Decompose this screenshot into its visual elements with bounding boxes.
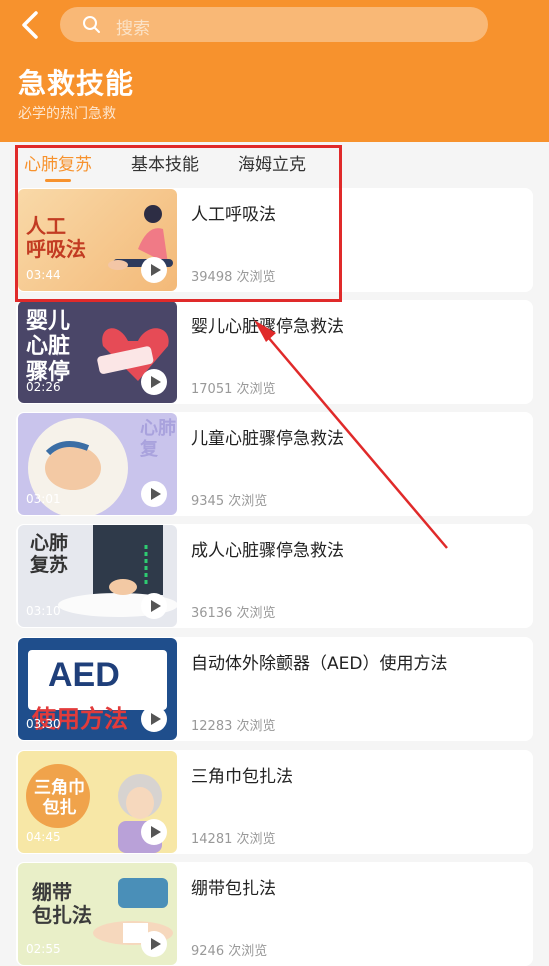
video-card[interactable]: AED 使用方法 03:30 自动体外除颤器（AED）使用方法 12283 次浏… <box>16 637 533 741</box>
video-duration: 03:30 <box>26 717 61 731</box>
video-thumbnail[interactable]: 心肺 复 03:01 <box>18 413 177 515</box>
play-icon[interactable] <box>141 481 167 507</box>
video-card[interactable]: 三角巾 包扎 04:45 三角巾包扎法 14281 次浏览 <box>16 750 533 854</box>
thumbnail-text: 婴儿 心脏 骤停 <box>26 309 71 385</box>
video-duration: 03:44 <box>26 268 61 282</box>
tab-basic-skills[interactable]: 基本技能 <box>131 150 199 175</box>
video-views: 14281 次浏览 <box>191 832 276 847</box>
video-views: 39498 次浏览 <box>191 270 276 285</box>
video-title: 婴儿心脏骤停急救法 <box>191 317 344 337</box>
video-thumbnail[interactable]: 三角巾 包扎 04:45 <box>18 751 177 853</box>
video-duration: 02:26 <box>26 380 61 394</box>
video-thumbnail[interactable]: 心肺 复苏 03:10 <box>18 525 177 627</box>
video-thumbnail[interactable]: 人工 呼吸法 03:44 <box>18 189 177 291</box>
video-duration: 03:01 <box>26 492 61 506</box>
search-icon <box>83 16 100 33</box>
search-placeholder: 搜索 <box>116 19 150 39</box>
video-views: 9246 次浏览 <box>191 944 268 959</box>
video-duration: 03:10 <box>26 604 61 618</box>
video-card[interactable]: 心肺 复 03:01 儿童心脏骤停急救法 9345 次浏览 <box>16 412 533 516</box>
play-icon[interactable] <box>141 706 167 732</box>
search-input[interactable]: 搜索 <box>60 7 488 42</box>
video-title: 人工呼吸法 <box>191 205 276 225</box>
video-thumbnail[interactable]: 婴儿 心脏 骤停 02:26 <box>18 301 177 403</box>
thumbnail-text: 三角巾 包扎 <box>34 778 85 818</box>
video-title: 绷带包扎法 <box>191 879 276 899</box>
thumbnail-text: 心肺 复苏 <box>30 532 69 576</box>
tab-heimlich[interactable]: 海姆立克 <box>238 150 306 175</box>
video-thumbnail[interactable]: 绷带 包扎法 02:55 <box>18 863 177 965</box>
video-card[interactable]: 人工 呼吸法 03:44 人工呼吸法 39498 次浏览 <box>16 188 533 292</box>
thumbnail-text: 心肺 复 <box>140 418 176 460</box>
thumbnail-text: 人工 呼吸法 <box>26 214 86 261</box>
play-icon[interactable] <box>141 819 167 845</box>
video-card[interactable]: 婴儿 心脏 骤停 02:26 婴儿心脏骤停急救法 17051 次浏览 <box>16 300 533 404</box>
video-views: 36136 次浏览 <box>191 606 276 621</box>
tab-cpr[interactable]: 心肺复苏 <box>24 150 92 175</box>
video-thumbnail[interactable]: AED 使用方法 03:30 <box>18 638 177 740</box>
play-icon[interactable] <box>141 931 167 957</box>
video-title: 三角巾包扎法 <box>191 767 293 787</box>
page-title: 急救技能 <box>18 67 135 100</box>
video-card[interactable]: 心肺 复苏 03:10 成人心脏骤停急救法 36136 次浏览 <box>16 524 533 628</box>
play-icon[interactable] <box>141 593 167 619</box>
play-icon[interactable] <box>141 369 167 395</box>
thumbnail-text: 绷带 包扎法 <box>32 880 92 927</box>
tab-bar: 心肺复苏 基本技能 海姆立克 <box>0 142 549 186</box>
thumbnail-text: AED <box>48 656 120 694</box>
video-card[interactable]: 绷带 包扎法 02:55 绷带包扎法 9246 次浏览 <box>16 862 533 966</box>
video-duration: 02:55 <box>26 942 61 956</box>
active-tab-indicator <box>45 179 71 182</box>
video-views: 12283 次浏览 <box>191 719 276 734</box>
video-views: 9345 次浏览 <box>191 494 268 509</box>
header: 搜索 急救技能 必学的热门急救 <box>0 0 549 142</box>
video-duration: 04:45 <box>26 830 61 844</box>
video-views: 17051 次浏览 <box>191 382 276 397</box>
video-title: 儿童心脏骤停急救法 <box>191 429 344 449</box>
page-subtitle: 必学的热门急救 <box>18 106 116 122</box>
play-icon[interactable] <box>141 257 167 283</box>
back-arrow-icon[interactable] <box>16 9 46 41</box>
video-title: 自动体外除颤器（AED）使用方法 <box>191 654 448 674</box>
video-title: 成人心脏骤停急救法 <box>191 541 344 561</box>
